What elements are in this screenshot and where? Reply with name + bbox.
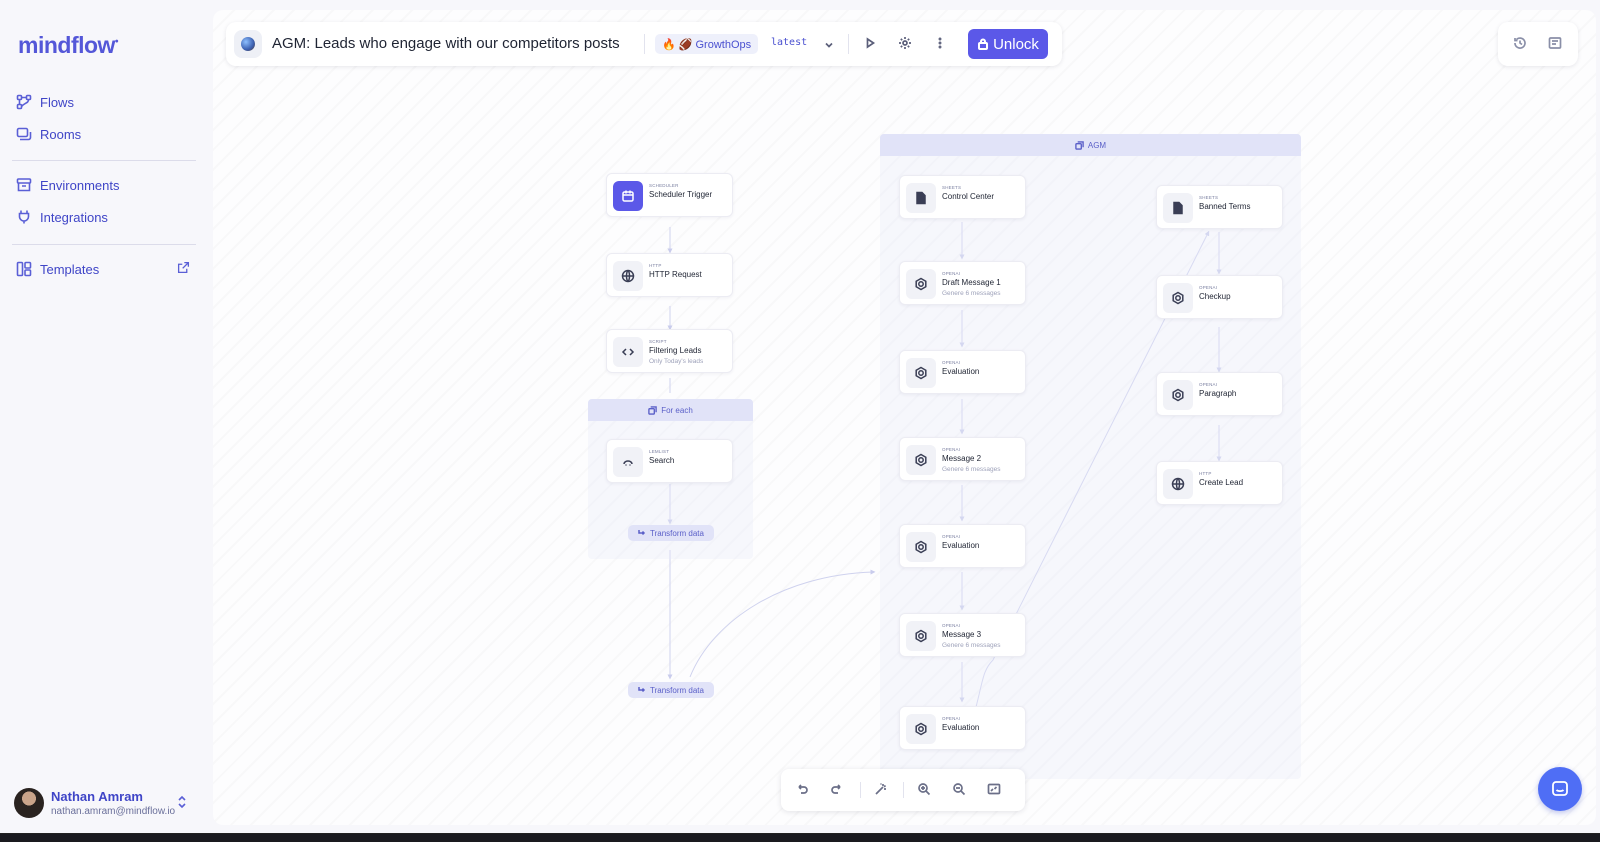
- lemlist-icon: [613, 447, 643, 477]
- node-scheduler-trigger[interactable]: SCHEDULER Scheduler Trigger: [606, 173, 733, 217]
- chat-support-button[interactable]: [1538, 767, 1582, 811]
- node-control-center[interactable]: SHEETS Control Center: [899, 175, 1026, 219]
- globe-icon: [1163, 469, 1193, 499]
- sheets-icon: [906, 183, 936, 213]
- version-select[interactable]: latest: [771, 37, 807, 48]
- transform-data-pill[interactable]: Transform data: [628, 525, 714, 541]
- edge: [689, 569, 876, 678]
- user-email: nathan.amram@mindflow.io: [51, 806, 176, 817]
- canvas-toolbar: [781, 769, 1025, 811]
- zoom-out-icon[interactable]: [952, 782, 968, 798]
- calendar-icon: [613, 181, 643, 211]
- openai-icon: [906, 532, 936, 562]
- templates-icon: [16, 261, 32, 277]
- user-name: Nathan Amram: [51, 789, 143, 804]
- sidebar: mindflow• Flows Rooms Environments Integ…: [0, 0, 210, 833]
- openai-icon: [906, 358, 936, 388]
- copy-icon: [1075, 140, 1084, 150]
- node-paragraph[interactable]: OPENAI Paragraph: [1156, 372, 1283, 416]
- redo-icon[interactable]: [830, 782, 846, 798]
- undo-icon[interactable]: [795, 782, 811, 798]
- app-window: mindflow• Flows Rooms Environments Integ…: [0, 0, 1600, 834]
- flow-header-bar: AGM: Leads who engage with our competito…: [226, 22, 1062, 66]
- transform-icon: [638, 687, 646, 693]
- group-header: For each: [588, 399, 753, 421]
- flows-icon: [16, 94, 32, 110]
- chat-icon: [1552, 781, 1568, 796]
- group-header: AGM: [880, 134, 1301, 156]
- integrations-icon: [18, 210, 30, 224]
- node-create-lead[interactable]: HTTP Create Lead: [1156, 461, 1283, 505]
- more-vertical-icon[interactable]: [933, 36, 949, 52]
- node-banned-terms[interactable]: SHEETS Banned Terms: [1156, 185, 1283, 229]
- node-evaluation-2[interactable]: OPENAI Evaluation: [899, 524, 1026, 568]
- zoom-in-icon[interactable]: [917, 782, 933, 798]
- chevron-down-icon[interactable]: [822, 38, 836, 57]
- magic-wand-icon[interactable]: [874, 782, 890, 798]
- sidebar-item-label: Rooms: [40, 126, 82, 142]
- unlock-button[interactable]: Unlock: [968, 29, 1048, 59]
- sidebar-item-flows[interactable]: Flows: [16, 91, 196, 113]
- node-draft-message-1[interactable]: OPENAI Draft Message 1 Genere 6 messages: [899, 261, 1026, 305]
- toolbar-divider: [903, 782, 904, 798]
- openai-icon: [906, 714, 936, 744]
- sidebar-item-rooms[interactable]: Rooms: [16, 123, 196, 145]
- environments-icon: [16, 178, 32, 192]
- sidebar-item-environments[interactable]: Environments: [16, 174, 196, 196]
- user-profile[interactable]: Nathan Amram nathan.amram@mindflow.io: [14, 786, 196, 820]
- lock-icon: [978, 38, 989, 50]
- chevron-up-down-icon[interactable]: [176, 794, 188, 815]
- node-http-request[interactable]: HTTP HTTP Request: [606, 253, 733, 297]
- openai-icon: [906, 621, 936, 651]
- toolbar-divider: [860, 782, 861, 798]
- globe-icon: [613, 261, 643, 291]
- flow-globe-icon[interactable]: [234, 30, 262, 58]
- sidebar-item-templates[interactable]: Templates: [16, 258, 196, 280]
- sidebar-item-label: Environments: [40, 177, 120, 193]
- run-icon[interactable]: [863, 36, 879, 52]
- copy-icon: [648, 405, 657, 415]
- openai-icon: [1163, 283, 1193, 313]
- panel-icon[interactable]: [1548, 36, 1564, 52]
- node-checkup[interactable]: OPENAI Checkup: [1156, 275, 1283, 319]
- node-message-3[interactable]: OPENAI Message 3 Genere 6 messages: [899, 613, 1026, 657]
- toolbar-divider: [848, 34, 849, 54]
- sheets-icon: [1163, 193, 1193, 223]
- flow-canvas[interactable]: For each AGM SCHEDULER Scheduler Trigger…: [213, 10, 1596, 825]
- fit-view-icon[interactable]: [987, 782, 1003, 798]
- node-filtering-leads[interactable]: SCRIPT Filtering Leads Only Today's lead…: [606, 329, 733, 373]
- rooms-icon: [16, 127, 32, 141]
- external-link-icon[interactable]: [177, 261, 190, 277]
- sidebar-item-label: Flows: [40, 94, 74, 110]
- node-evaluation-3[interactable]: OPENAI Evaluation: [899, 706, 1026, 750]
- environment-badge[interactable]: 🔥 🏈 GrowthOps: [655, 34, 759, 54]
- node-search[interactable]: LEMLIST Search: [606, 439, 733, 483]
- history-icon[interactable]: [1513, 36, 1529, 52]
- code-icon: [613, 337, 643, 367]
- sidebar-divider: [12, 160, 196, 161]
- sidebar-item-integrations[interactable]: Integrations: [16, 206, 196, 228]
- sidebar-item-label: Templates: [40, 261, 100, 277]
- openai-icon: [1163, 380, 1193, 410]
- mindflow-logo[interactable]: mindflow•: [18, 32, 118, 59]
- sidebar-item-label: Integrations: [40, 209, 108, 225]
- transform-data-pill[interactable]: Transform data: [628, 682, 714, 698]
- openai-icon: [906, 445, 936, 475]
- flow-title[interactable]: AGM: Leads who engage with our competito…: [272, 35, 620, 52]
- toolbar-divider: [644, 34, 645, 54]
- node-evaluation-1[interactable]: OPENAI Evaluation: [899, 350, 1026, 394]
- transform-icon: [638, 530, 646, 536]
- node-message-2[interactable]: OPENAI Message 2 Genere 6 messages: [899, 437, 1026, 481]
- gear-icon[interactable]: [898, 36, 914, 52]
- right-tools: [1498, 22, 1578, 66]
- sidebar-divider: [12, 244, 196, 245]
- openai-icon: [906, 269, 936, 299]
- avatar: [14, 788, 44, 818]
